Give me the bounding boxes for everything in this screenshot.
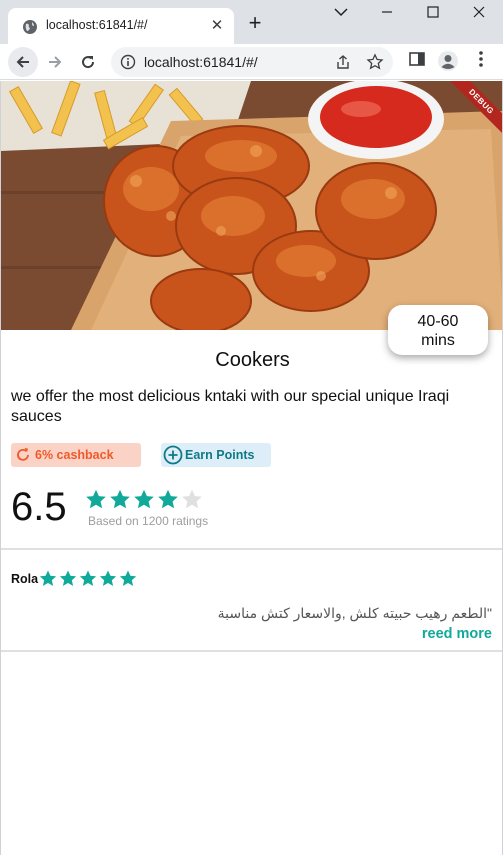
read-more-link[interactable]: reed more bbox=[422, 626, 492, 642]
address-bar[interactable]: localhost:61841/#/ bbox=[111, 47, 393, 77]
url-text[interactable]: localhost:61841/#/ bbox=[144, 54, 258, 70]
cashback-refresh-icon bbox=[17, 448, 29, 461]
star-filled-icon bbox=[119, 570, 137, 586]
section-divider bbox=[1, 650, 502, 652]
close-window-button[interactable] bbox=[456, 0, 502, 24]
tab-title: localhost:61841/#/ bbox=[46, 18, 148, 32]
rating-score: 6.5 bbox=[11, 485, 67, 529]
share-icon[interactable] bbox=[335, 54, 351, 70]
add-circle-icon bbox=[163, 445, 183, 465]
chevron-down-icon[interactable] bbox=[318, 0, 364, 24]
star-filled-icon bbox=[79, 570, 97, 586]
cashback-badge[interactable]: 6% cashback bbox=[11, 443, 141, 467]
star-filled-icon bbox=[134, 489, 154, 509]
star-filled-icon bbox=[59, 570, 77, 586]
rating-count-note: Based on 1200 ratings bbox=[88, 514, 209, 528]
reload-icon bbox=[82, 56, 95, 69]
minimize-button[interactable] bbox=[364, 0, 410, 24]
fried-chicken-image bbox=[1, 81, 502, 330]
close-tab-icon[interactable]: ✕ bbox=[208, 17, 226, 35]
new-tab-button[interactable]: + bbox=[244, 12, 266, 35]
hero-food-image: DEBUG bbox=[1, 81, 502, 330]
star-filled-icon bbox=[99, 570, 117, 586]
delivery-time-unit: mins bbox=[421, 332, 455, 349]
arrow-right-icon bbox=[49, 56, 62, 68]
section-divider bbox=[1, 548, 502, 550]
star-empty-icon bbox=[182, 489, 202, 509]
browser-toolbar: localhost:61841/#/ bbox=[0, 44, 503, 80]
browser-tab[interactable]: localhost:61841/#/ ✕ bbox=[8, 8, 234, 44]
reviewer-name: Rola bbox=[11, 572, 39, 586]
app-viewport: DEBUG 40-60 mins Cookers we offer the mo… bbox=[0, 81, 503, 855]
reload-button[interactable] bbox=[73, 47, 103, 77]
delivery-time-value: 40-60 bbox=[417, 313, 459, 330]
review-text: "الطعم رهيب حبيته كلش ,والاسعار كتش مناس… bbox=[217, 605, 492, 621]
delivery-time-badge: 40-60 mins bbox=[388, 305, 488, 355]
back-button[interactable] bbox=[8, 47, 38, 77]
star-filled-icon bbox=[39, 570, 57, 586]
restaurant-description: we offer the most delicious kntaki with … bbox=[11, 388, 450, 425]
star-filled-icon bbox=[158, 489, 178, 509]
browser-titlebar: localhost:61841/#/ ✕ + bbox=[0, 0, 503, 44]
restore-button[interactable] bbox=[410, 0, 456, 24]
earn-points-button[interactable]: Earn Points bbox=[161, 443, 271, 467]
arrow-left-icon bbox=[16, 56, 29, 68]
globe-icon bbox=[23, 20, 37, 34]
star-filled-icon bbox=[110, 489, 130, 509]
star-filled-icon bbox=[86, 489, 106, 509]
forward-button[interactable] bbox=[40, 47, 70, 77]
earn-points-label: Earn Points bbox=[185, 448, 255, 462]
info-icon[interactable] bbox=[120, 54, 136, 70]
cashback-label: 6% cashback bbox=[35, 448, 114, 462]
side-panel-icon[interactable] bbox=[408, 50, 426, 68]
bookmark-star-icon[interactable] bbox=[366, 53, 384, 71]
kebab-menu-icon[interactable] bbox=[473, 50, 489, 68]
profile-avatar-icon[interactable] bbox=[437, 50, 459, 72]
restaurant-name: Cookers bbox=[215, 349, 290, 371]
